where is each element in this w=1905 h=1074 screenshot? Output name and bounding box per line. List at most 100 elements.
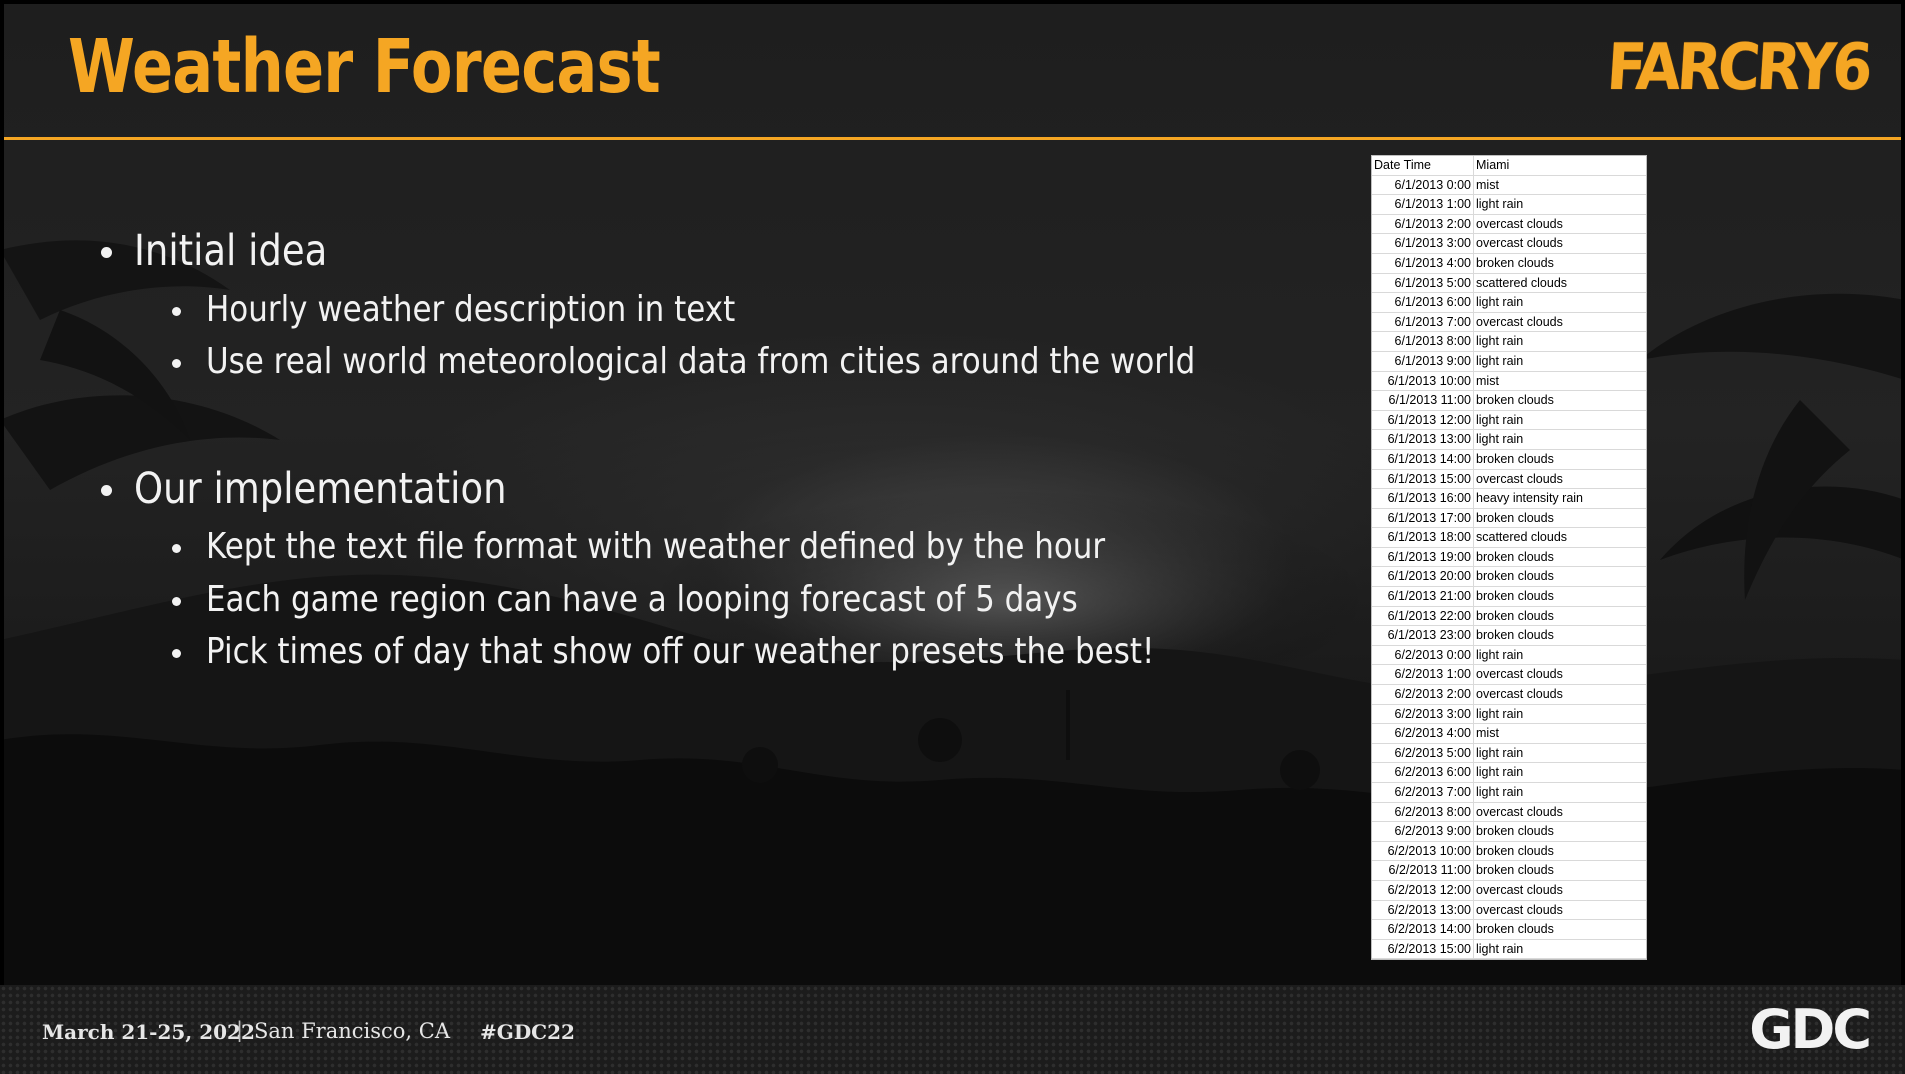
cell-date-time: 6/1/2013 22:00 <box>1372 606 1474 626</box>
cell-date-time: 6/2/2013 4:00 <box>1372 724 1474 743</box>
cell-date-time: 6/2/2013 8:00 <box>1372 802 1474 822</box>
sub-bullet: Kept the text file format with weather d… <box>206 526 1106 567</box>
spreadsheet-row: 6/2/2013 4:00 mist <box>1372 724 1646 744</box>
cell-weather: light rain <box>1476 334 1524 349</box>
bullet-dot <box>172 359 181 368</box>
cell-date-time: 6/2/2013 9:00 <box>1372 822 1474 841</box>
cell-date-time: 6/1/2013 9:00 <box>1372 351 1474 371</box>
slide: Weather Forecast FARCRY6 Initial idea Ho… <box>0 0 1905 1074</box>
cell-date-time: 6/1/2013 13:00 <box>1372 430 1474 449</box>
cell-weather: broken clouds <box>1476 589 1554 604</box>
header-date-time: Date Time <box>1372 156 1474 175</box>
frame-left <box>0 0 4 1074</box>
spreadsheet-row: 6/1/2013 19:00 broken clouds <box>1372 547 1646 568</box>
cell-date-time: 6/1/2013 23:00 <box>1372 626 1474 645</box>
cell-date-time: 6/1/2013 4:00 <box>1372 253 1474 273</box>
sub-bullet: Each game region can have a looping fore… <box>206 579 1078 620</box>
cell-date-time: 6/1/2013 3:00 <box>1372 234 1474 253</box>
bullet-dot <box>101 485 112 496</box>
cell-weather: light rain <box>1476 706 1524 721</box>
farcry6-logo: FARCRY6 <box>1604 31 1872 105</box>
spreadsheet-row: 6/2/2013 6:00 light rain <box>1372 763 1646 783</box>
cell-weather: overcast clouds <box>1476 804 1563 819</box>
spreadsheet-row: 6/1/2013 2:00 overcast clouds <box>1372 214 1646 235</box>
cell-weather: light rain <box>1476 295 1524 310</box>
cell-date-time: 6/2/2013 1:00 <box>1372 665 1474 685</box>
spreadsheet-row: 6/1/2013 0:00 mist <box>1372 175 1646 196</box>
cell-weather: overcast clouds <box>1476 667 1563 682</box>
spreadsheet-row: 6/2/2013 11:00 broken clouds <box>1372 861 1646 881</box>
cell-weather: overcast clouds <box>1476 687 1563 702</box>
cell-weather: light rain <box>1476 785 1524 799</box>
spreadsheet-row: 6/1/2013 8:00 light rain <box>1372 332 1646 352</box>
cell-date-time: 6/2/2013 2:00 <box>1372 685 1474 704</box>
cell-weather: overcast clouds <box>1476 216 1563 231</box>
spreadsheet-row: 6/2/2013 3:00 light rain <box>1372 704 1646 725</box>
sub-bullet: Pick times of day that show off our weat… <box>206 631 1155 672</box>
cell-weather: overcast clouds <box>1476 902 1563 917</box>
cell-date-time: 6/2/2013 14:00 <box>1372 920 1474 939</box>
footer-city: San Francisco, CA <box>254 1019 451 1043</box>
spreadsheet-row: 6/1/2013 7:00 overcast clouds <box>1372 312 1646 333</box>
cell-date-time: 6/1/2013 7:00 <box>1372 312 1474 332</box>
bullet-our-implementation: Our implementation <box>134 464 507 514</box>
spreadsheet-row: 6/1/2013 4:00 broken clouds <box>1372 253 1646 274</box>
cell-weather: overcast clouds <box>1476 236 1563 251</box>
cell-date-time: 6/2/2013 6:00 <box>1372 763 1474 782</box>
cell-date-time: 6/1/2013 0:00 <box>1372 175 1474 195</box>
cell-weather: broken clouds <box>1476 393 1554 408</box>
bullet-dot <box>172 597 181 606</box>
cell-date-time: 6/1/2013 5:00 <box>1372 273 1474 293</box>
cell-date-time: 6/2/2013 11:00 <box>1372 861 1474 880</box>
spreadsheet-row: 6/2/2013 14:00 broken clouds <box>1372 920 1646 940</box>
cell-date-time: 6/1/2013 21:00 <box>1372 587 1474 606</box>
cell-date-time: 6/1/2013 20:00 <box>1372 567 1474 587</box>
spreadsheet-row: 6/1/2013 18:00 scattered clouds <box>1372 528 1646 548</box>
spreadsheet-row: 6/1/2013 3:00 overcast clouds <box>1372 234 1646 254</box>
spreadsheet-row: 6/1/2013 23:00 broken clouds <box>1372 626 1646 646</box>
cell-date-time: 6/1/2013 1:00 <box>1372 195 1474 214</box>
cell-weather: light rain <box>1476 765 1524 780</box>
cell-weather: broken clouds <box>1476 628 1554 643</box>
spreadsheet-row: 6/2/2013 2:00 overcast clouds <box>1372 685 1646 705</box>
cell-weather: broken clouds <box>1476 843 1554 858</box>
sub-bullet: Hourly weather description in text <box>206 289 736 330</box>
cell-weather: broken clouds <box>1476 255 1554 270</box>
spreadsheet-row: 6/1/2013 11:00 broken clouds <box>1372 391 1646 411</box>
cell-date-time: 6/1/2013 8:00 <box>1372 332 1474 351</box>
frame-top <box>0 0 1905 4</box>
frame-right <box>1901 0 1905 1074</box>
spreadsheet-row: 6/2/2013 15:00 light rain <box>1372 939 1646 960</box>
header-miami: Miami <box>1476 158 1510 172</box>
spreadsheet-header-row: Date Time Miami <box>1372 156 1646 176</box>
spreadsheet-row: 6/1/2013 15:00 overcast clouds <box>1372 469 1646 490</box>
spreadsheet-row: 6/2/2013 13:00 overcast clouds <box>1372 900 1646 921</box>
cell-weather: light rain <box>1476 197 1524 212</box>
cell-weather: light rain <box>1476 941 1524 956</box>
cell-date-time: 6/1/2013 19:00 <box>1372 547 1474 567</box>
cell-weather: light rain <box>1476 745 1524 760</box>
cell-weather: broken clouds <box>1476 569 1554 584</box>
footer-dates: March 21-25, 2022 <box>42 1020 255 1044</box>
cell-weather: broken clouds <box>1476 863 1554 878</box>
cell-weather: light rain <box>1476 432 1524 447</box>
footer-separator: | <box>236 1018 244 1042</box>
spreadsheet-row: 6/1/2013 13:00 light rain <box>1372 430 1646 450</box>
cell-date-time: 6/2/2013 5:00 <box>1372 743 1474 763</box>
spreadsheet-row: 6/1/2013 12:00 light rain <box>1372 410 1646 431</box>
bullet-dot <box>101 247 112 258</box>
cell-weather: scattered clouds <box>1476 275 1568 290</box>
cell-weather: light rain <box>1476 353 1524 368</box>
spreadsheet-row: 6/2/2013 0:00 light rain <box>1372 645 1646 666</box>
cell-weather: light rain <box>1476 412 1524 427</box>
spreadsheet-row: 6/2/2013 12:00 overcast clouds <box>1372 880 1646 901</box>
bullet-dot <box>172 544 181 553</box>
title-divider <box>4 137 1901 140</box>
cell-weather: overcast clouds <box>1476 314 1563 329</box>
cell-date-time: 6/1/2013 2:00 <box>1372 214 1474 234</box>
spreadsheet-row: 6/1/2013 21:00 broken clouds <box>1372 587 1646 607</box>
cell-date-time: 6/1/2013 16:00 <box>1372 489 1474 508</box>
cell-date-time: 6/2/2013 12:00 <box>1372 880 1474 900</box>
spreadsheet-row: 6/2/2013 9:00 broken clouds <box>1372 822 1646 842</box>
cell-date-time: 6/1/2013 11:00 <box>1372 391 1474 410</box>
